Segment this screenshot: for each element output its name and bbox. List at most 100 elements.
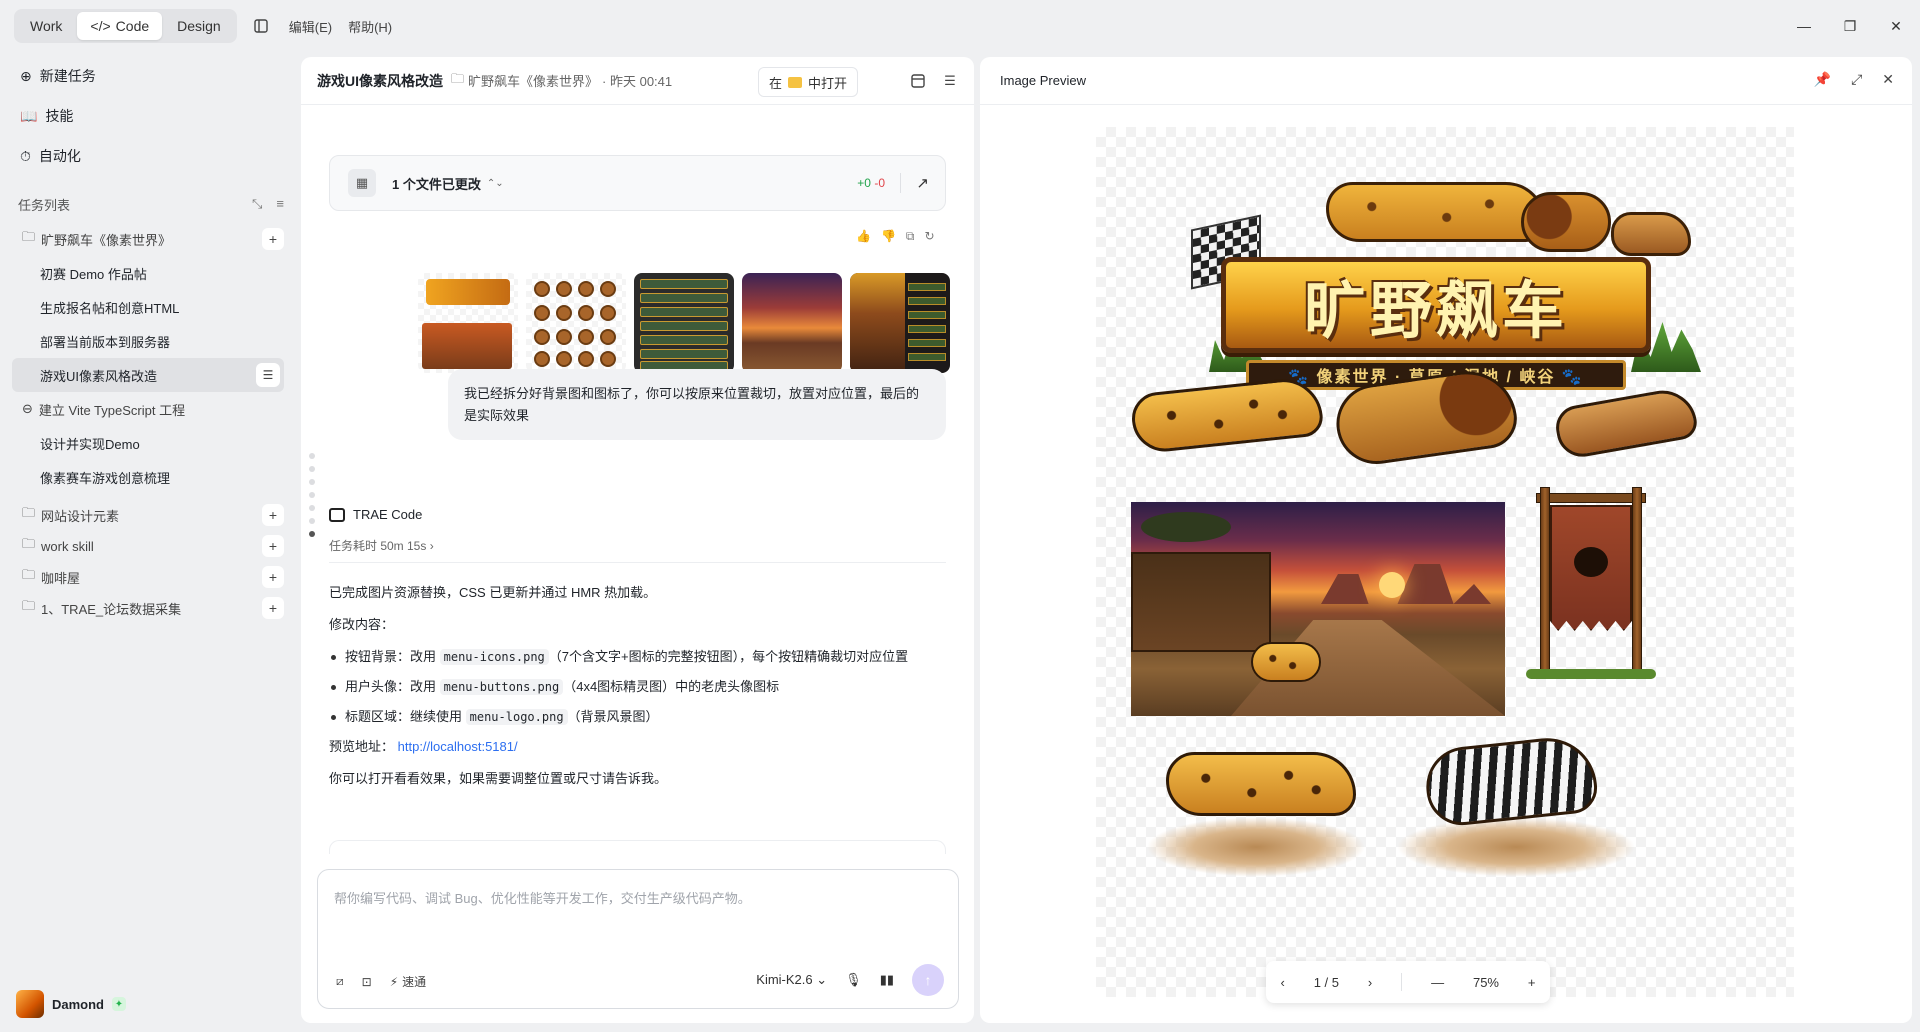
open-in-folder-button[interactable]: 在 中打开 [757, 67, 858, 97]
mode-code[interactable]: </> Code [77, 12, 163, 40]
plus-circle-icon: ⊕ [20, 67, 32, 84]
attachment-thumbnails [418, 273, 950, 373]
external-link-icon[interactable]: ↗ [916, 174, 929, 192]
microphone-icon[interactable]: 🎙 [845, 972, 862, 988]
timeline-dot-active[interactable] [309, 531, 315, 537]
panel-icon[interactable] [908, 71, 928, 91]
book-icon: 📖 [20, 107, 38, 124]
chevron-right-icon: › [429, 539, 434, 553]
task-item[interactable]: 设计并实现Demo [12, 426, 284, 460]
group-web-design[interactable]: 🗀 网站设计元素 + [12, 498, 284, 532]
menu-help[interactable]: 帮助(H) [348, 17, 392, 36]
thumbnail-icons[interactable] [526, 273, 626, 373]
list-item: 按钮背景：改用 menu-icons.png （7个含文字+图标的完整按钮图），每… [329, 646, 949, 668]
sun-sprite [1379, 572, 1405, 598]
next-page-icon[interactable]: › [1368, 975, 1372, 990]
minimize-icon[interactable]: — [1792, 14, 1816, 38]
files-changed-card[interactable]: ▦ 1 个文件已更改 ⌃⌄ +0 -0 ↗ [329, 155, 946, 211]
thumbs-up-icon[interactable]: 👍 [856, 229, 871, 244]
chat-header: 游戏UI像素风格改造 🗀 旷野飙车《像素世界》 · 昨天 00:41 [301, 57, 974, 105]
zoom-out-icon[interactable]: — [1431, 975, 1444, 990]
image-upload-icon[interactable]: ⊡ [362, 975, 372, 989]
group-label: work skill [41, 538, 94, 554]
task-item-active[interactable]: 游戏UI像素风格改造 ☰ [12, 358, 284, 392]
nav-new-task-label: 新建任务 [39, 68, 96, 84]
speed-mode-button[interactable]: ⚡ 速通 [390, 973, 426, 990]
slash-command-icon[interactable]: ⧄ [336, 974, 344, 989]
add-task-button[interactable]: + [262, 504, 284, 526]
thumbnail-background[interactable] [742, 273, 842, 373]
pin-icon[interactable]: 📌 [1814, 71, 1831, 88]
task-duration[interactable]: 任务耗时 50m 15s › [329, 537, 434, 554]
nav-new-task[interactable]: ⊕ 新建任务 [12, 56, 284, 96]
model-selector[interactable]: Kimi-K2.6 ⌄ [756, 972, 827, 988]
mode-design[interactable]: Design [164, 12, 234, 40]
conversation-timeline [309, 453, 315, 537]
timeline-dot[interactable] [309, 505, 315, 511]
thumbnail-logo[interactable] [418, 273, 518, 373]
expand-icon[interactable]: ⤢ [1851, 71, 1862, 88]
task-item[interactable]: 生成报名帖和创意HTML [12, 290, 284, 324]
task-label: 设计并实现Demo [40, 436, 140, 452]
add-task-button[interactable]: + [262, 597, 284, 619]
task-item[interactable]: 部署当前版本到服务器 [12, 324, 284, 358]
add-task-button[interactable]: + [262, 566, 284, 588]
add-task-button[interactable]: + [262, 535, 284, 557]
open-in-suffix: 中打开 [807, 75, 847, 91]
sidebar-toggle-icon[interactable] [251, 16, 271, 36]
composer-right: Kimi-K2.6 ⌄ 🎙 ▮▮ ↑ [756, 964, 944, 996]
preview-link[interactable]: http://localhost:5181/ [398, 739, 518, 754]
nav-skills[interactable]: 📖 技能 [12, 96, 284, 136]
menu-edit[interactable]: 编辑(E) [289, 17, 332, 36]
group-vite[interactable]: ⊖ 建立 Vite TypeScript 工程 [12, 392, 284, 426]
send-button[interactable]: ↑ [912, 964, 944, 996]
task-item[interactable]: 初赛 Demo 作品帖 [12, 256, 284, 290]
zebra-sprite [1422, 733, 1600, 829]
zoom-in-icon[interactable]: + [1528, 975, 1536, 990]
grandstand-sprite [1131, 552, 1271, 652]
cheetah-sprite [1326, 182, 1546, 242]
timeline-dot[interactable] [309, 518, 315, 524]
timeline-dot[interactable] [309, 466, 315, 472]
add-task-button[interactable]: + [262, 228, 284, 250]
thumbs-down-icon[interactable]: 👎 [881, 229, 896, 244]
nav-automation[interactable]: ⏱ 自动化 [12, 136, 284, 176]
voice-wave-icon[interactable]: ▮▮ [880, 972, 894, 988]
task-item[interactable]: 像素赛车游戏创意梳理 [12, 460, 284, 494]
thumbnail-result[interactable] [850, 273, 950, 373]
composer-placeholder[interactable]: 帮你编写代码、调试 Bug、优化性能等开发工作，交付生产级代码产物。 [334, 888, 751, 907]
message-composer[interactable]: 帮你编写代码、调试 Bug、优化性能等开发工作，交付生产级代码产物。 ⧄ ⊡ ⚡… [317, 869, 959, 1009]
timeline-dot[interactable] [309, 492, 315, 498]
group-trae-forum[interactable]: 🗀 1、TRAE_论坛数据采集 + [12, 591, 284, 625]
group-coffee[interactable]: 🗀 咖啡屋 + [12, 560, 284, 594]
composer-tools: ⧄ ⊡ ⚡ 速通 [336, 973, 426, 990]
mode-work[interactable]: Work [17, 12, 75, 40]
task-label: 游戏UI像素风格改造 [40, 368, 158, 384]
filter-icon[interactable]: ≡ [276, 196, 284, 212]
collapse-icon[interactable]: ⤡ [252, 196, 262, 212]
close-window-icon[interactable]: ✕ [1884, 14, 1908, 38]
tree-sprite [1141, 512, 1231, 542]
divider [1401, 973, 1403, 991]
preview-title: Image Preview [1000, 73, 1086, 88]
thumbnail-buttons[interactable] [634, 273, 734, 373]
preview-image: 旷野飙车 🐾 像素世界 · 草原 / 湿地 / 峡谷 🐾 [1096, 127, 1794, 997]
prev-page-icon[interactable]: ‹ [1280, 975, 1284, 990]
project-name[interactable]: 旷野飙车《像素世界》 [468, 71, 598, 90]
close-icon[interactable]: ✕ [1882, 71, 1894, 88]
task-list-icon[interactable]: ☰ [256, 363, 280, 387]
copy-icon[interactable]: ⧉ [906, 229, 915, 244]
cheetah-sprite [1251, 642, 1321, 682]
group-wild-racing[interactable]: 🗀 旷野飙车《像素世界》 + [12, 222, 284, 256]
timeline-dot[interactable] [309, 479, 315, 485]
folder-icon: 🗀 [22, 229, 36, 244]
lightning-icon: ⚡ [389, 974, 399, 989]
restore-icon[interactable]: ❐ [1838, 14, 1862, 38]
group-work-skill[interactable]: 🗀 work skill + [12, 529, 284, 563]
list-settings-icon[interactable]: ☰ [940, 71, 960, 91]
timeline-dot[interactable] [309, 453, 315, 459]
preview-line: 预览地址： http://localhost:5181/ [329, 736, 949, 758]
refresh-icon[interactable]: ↻ [924, 229, 934, 244]
list-item: 标题区域：继续使用 menu-logo.png （背景风景图） [329, 706, 949, 728]
user-profile[interactable]: Damond ✦ [16, 990, 126, 1018]
